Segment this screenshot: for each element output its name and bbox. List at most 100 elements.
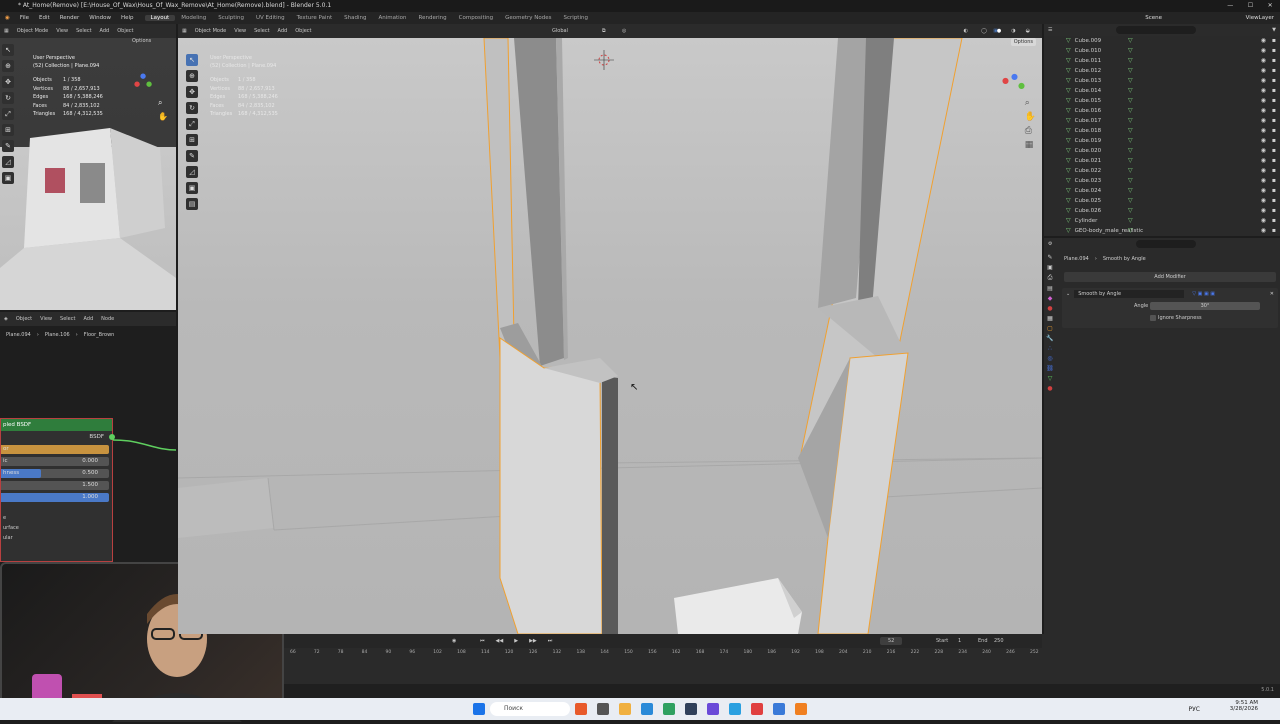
pycharm-icon[interactable] — [663, 703, 675, 715]
outliner-row[interactable]: ▽ Cube.019 ▽ ◉ ▪ — [1044, 136, 1280, 146]
view-layer-tab-icon[interactable]: ▤ — [1047, 285, 1053, 292]
snap-icon[interactable]: ⧉ — [598, 28, 610, 34]
render-camera-icon[interactable]: ▪ — [1272, 166, 1276, 176]
outliner-row[interactable]: ▽ Cube.023 ▽ ◉ ▪ — [1044, 176, 1280, 186]
render-camera-icon[interactable]: ▪ — [1272, 66, 1276, 76]
view-layer-selector[interactable]: ViewLayer — [1246, 15, 1274, 21]
render-camera-icon[interactable]: ▪ — [1272, 136, 1276, 146]
transform-orientation-selector[interactable]: Global — [548, 28, 572, 34]
outliner-row[interactable]: ▽ Cube.024 ▽ ◉ ▪ — [1044, 186, 1280, 196]
visibility-eye-icon[interactable]: ◉ — [1261, 136, 1266, 146]
collection-tab-icon[interactable]: ▦ — [1047, 315, 1053, 322]
visibility-eye-icon[interactable]: ◉ — [1261, 86, 1266, 96]
left-viewport[interactable]: Options ↖ ⊕ ✥ ↻ ⤢ ⊞ ✎ ◿ ▣ User Perspecti… — [0, 38, 176, 310]
render-camera-icon[interactable]: ▪ — [1272, 196, 1276, 206]
properties-search-input[interactable] — [1136, 240, 1197, 248]
modifier-toggle-icons[interactable]: ▽ ▣ ▣ ▣ — [1192, 291, 1215, 297]
maximize-icon[interactable]: ☐ — [1248, 0, 1253, 12]
object-tab-icon[interactable]: ▢ — [1047, 325, 1053, 332]
ortho-toggle-icon[interactable]: ▦ — [1025, 140, 1036, 150]
render-camera-icon[interactable]: ▪ — [1272, 186, 1276, 196]
render-camera-icon[interactable]: ▪ — [1272, 216, 1276, 226]
visibility-eye-icon[interactable]: ◉ — [1261, 216, 1266, 226]
clock[interactable]: 9:51 AM 3/28/2026 — [1230, 700, 1258, 712]
chrome-icon[interactable] — [751, 703, 763, 715]
taskbar-app-icon[interactable] — [575, 703, 587, 715]
main-extra-tool-icon[interactable]: ▤ — [186, 198, 198, 210]
filter-icon[interactable]: ▼ — [1268, 27, 1280, 33]
render-camera-icon[interactable]: ▪ — [1272, 46, 1276, 56]
gizmo-y-axis[interactable]: ● — [1018, 81, 1025, 90]
visibility-eye-icon[interactable]: ◉ — [1261, 46, 1266, 56]
render-camera-icon[interactable]: ▪ — [1272, 146, 1276, 156]
angle-field[interactable]: 30° — [1150, 302, 1260, 310]
rotate-tool-icon[interactable]: ↻ — [2, 92, 14, 104]
tab-compositing[interactable]: Compositing — [453, 15, 499, 21]
node-editor[interactable]: Plane.094 › Plane.106 › Floor_Brown pled… — [0, 326, 176, 562]
vscode-icon[interactable] — [773, 703, 785, 715]
modifier-close-icon[interactable]: ✕ — [1270, 291, 1278, 297]
outliner-row[interactable]: ▽ Cube.022 ▽ ◉ ▪ — [1044, 166, 1280, 176]
outliner-row[interactable]: ▽ Cube.026 ▽ ◉ ▪ — [1044, 206, 1280, 216]
tab-geometry-nodes[interactable]: Geometry Nodes — [499, 15, 557, 21]
visibility-eye-icon[interactable]: ◉ — [1261, 96, 1266, 106]
principled-bsdf-node[interactable]: pled BSDF BSDF or ic 0.000 hness 0.500 1.5… — [0, 418, 115, 562]
play-icon[interactable]: ▶ — [510, 638, 522, 644]
render-camera-icon[interactable]: ▪ — [1272, 126, 1276, 136]
visibility-eye-icon[interactable]: ◉ — [1261, 156, 1266, 166]
tab-sculpting[interactable]: Sculpting — [212, 15, 250, 21]
main-transform-tool-icon[interactable]: ⊞ — [186, 134, 198, 146]
particles-tab-icon[interactable]: ∴ — [1048, 345, 1052, 352]
ignore-sharpness-checkbox[interactable] — [1150, 315, 1156, 321]
editor-type-icon[interactable]: ▦ — [0, 28, 13, 34]
outliner-row[interactable]: ▽ Cube.020 ▽ ◉ ▪ — [1044, 146, 1280, 156]
scene-selector[interactable]: Scene — [1145, 15, 1162, 21]
timeline-track[interactable]: 66 72 78 84 90 96 102 108 114 120 126 132 138 144 150 1… — [284, 648, 1042, 684]
left-menu-select[interactable]: Select — [72, 28, 95, 34]
render-camera-icon[interactable]: ▪ — [1272, 206, 1276, 216]
wireframe-shading-icon[interactable]: ◯ — [977, 28, 991, 34]
node-row-roughness[interactable]: hness 0.500 — [1, 467, 112, 479]
main-cursor-tool-icon[interactable]: ⊕ — [186, 70, 198, 82]
outliner-row[interactable]: ▽ Cube.011 ▽ ◉ ▪ — [1044, 56, 1280, 66]
breadcrumb-mesh[interactable]: Plane.106 — [45, 332, 70, 338]
breadcrumb-material[interactable]: Floor_Brown — [84, 332, 115, 338]
render-camera-icon[interactable]: ▪ — [1272, 56, 1276, 66]
main-menu-add[interactable]: Add — [274, 28, 292, 34]
world-tab-icon[interactable]: ● — [1047, 305, 1052, 312]
file-explorer-icon[interactable] — [619, 703, 631, 715]
edge-browser-icon[interactable] — [641, 703, 653, 715]
render-camera-icon[interactable]: ▪ — [1272, 96, 1276, 106]
main-move-tool-icon[interactable]: ✥ — [186, 86, 198, 98]
tab-texture-paint[interactable]: Texture Paint — [291, 15, 339, 21]
tool-tab-icon[interactable]: ✎ — [1047, 254, 1052, 261]
start-frame-field[interactable]: 1 — [954, 638, 965, 644]
output-tab-icon[interactable]: ⎙ — [1048, 274, 1053, 282]
photoshop-icon[interactable] — [685, 703, 697, 715]
node-mode-selector[interactable]: Object — [12, 316, 36, 322]
node-menu-node[interactable]: Node — [97, 316, 118, 322]
menu-render[interactable]: Render — [55, 15, 85, 21]
visibility-eye-icon[interactable]: ◉ — [1261, 146, 1266, 156]
physics-tab-icon[interactable]: ◎ — [1047, 355, 1052, 362]
properties-type-icon[interactable]: ⚙ — [1044, 241, 1056, 247]
outliner-row[interactable]: ▽ GEO-body_male_realistic ▽ ◉ ▪ — [1044, 226, 1280, 236]
outliner-row[interactable]: ▽ Cube.009 ▽ ◉ ▪ — [1044, 36, 1280, 46]
main-menu-object[interactable]: Object — [291, 28, 315, 34]
main-scale-tool-icon[interactable]: ⤢ — [186, 118, 198, 130]
tab-layout[interactable]: Layout — [144, 15, 176, 21]
main-menu-view[interactable]: View — [230, 28, 250, 34]
node-row-ior[interactable]: 1.500 — [1, 479, 112, 491]
menu-help[interactable]: Help — [116, 15, 139, 21]
tab-scripting[interactable]: Scripting — [558, 15, 594, 21]
outliner-row[interactable]: ▽ Cube.021 ▽ ◉ ▪ — [1044, 156, 1280, 166]
visibility-eye-icon[interactable]: ◉ — [1261, 176, 1266, 186]
prev-key-icon[interactable]: ◀◀ — [492, 638, 508, 644]
main-options-button[interactable]: Options — [1010, 38, 1036, 46]
menu-window[interactable]: Window — [84, 15, 116, 21]
visibility-eye-icon[interactable]: ◉ — [1261, 126, 1266, 136]
main-select-tool-icon[interactable]: ↖ — [186, 54, 198, 66]
visibility-eye-icon[interactable]: ◉ — [1261, 36, 1266, 46]
outliner-row[interactable]: ▽ Cube.016 ▽ ◉ ▪ — [1044, 106, 1280, 116]
scene-tab-icon[interactable]: ◆ — [1048, 295, 1053, 302]
